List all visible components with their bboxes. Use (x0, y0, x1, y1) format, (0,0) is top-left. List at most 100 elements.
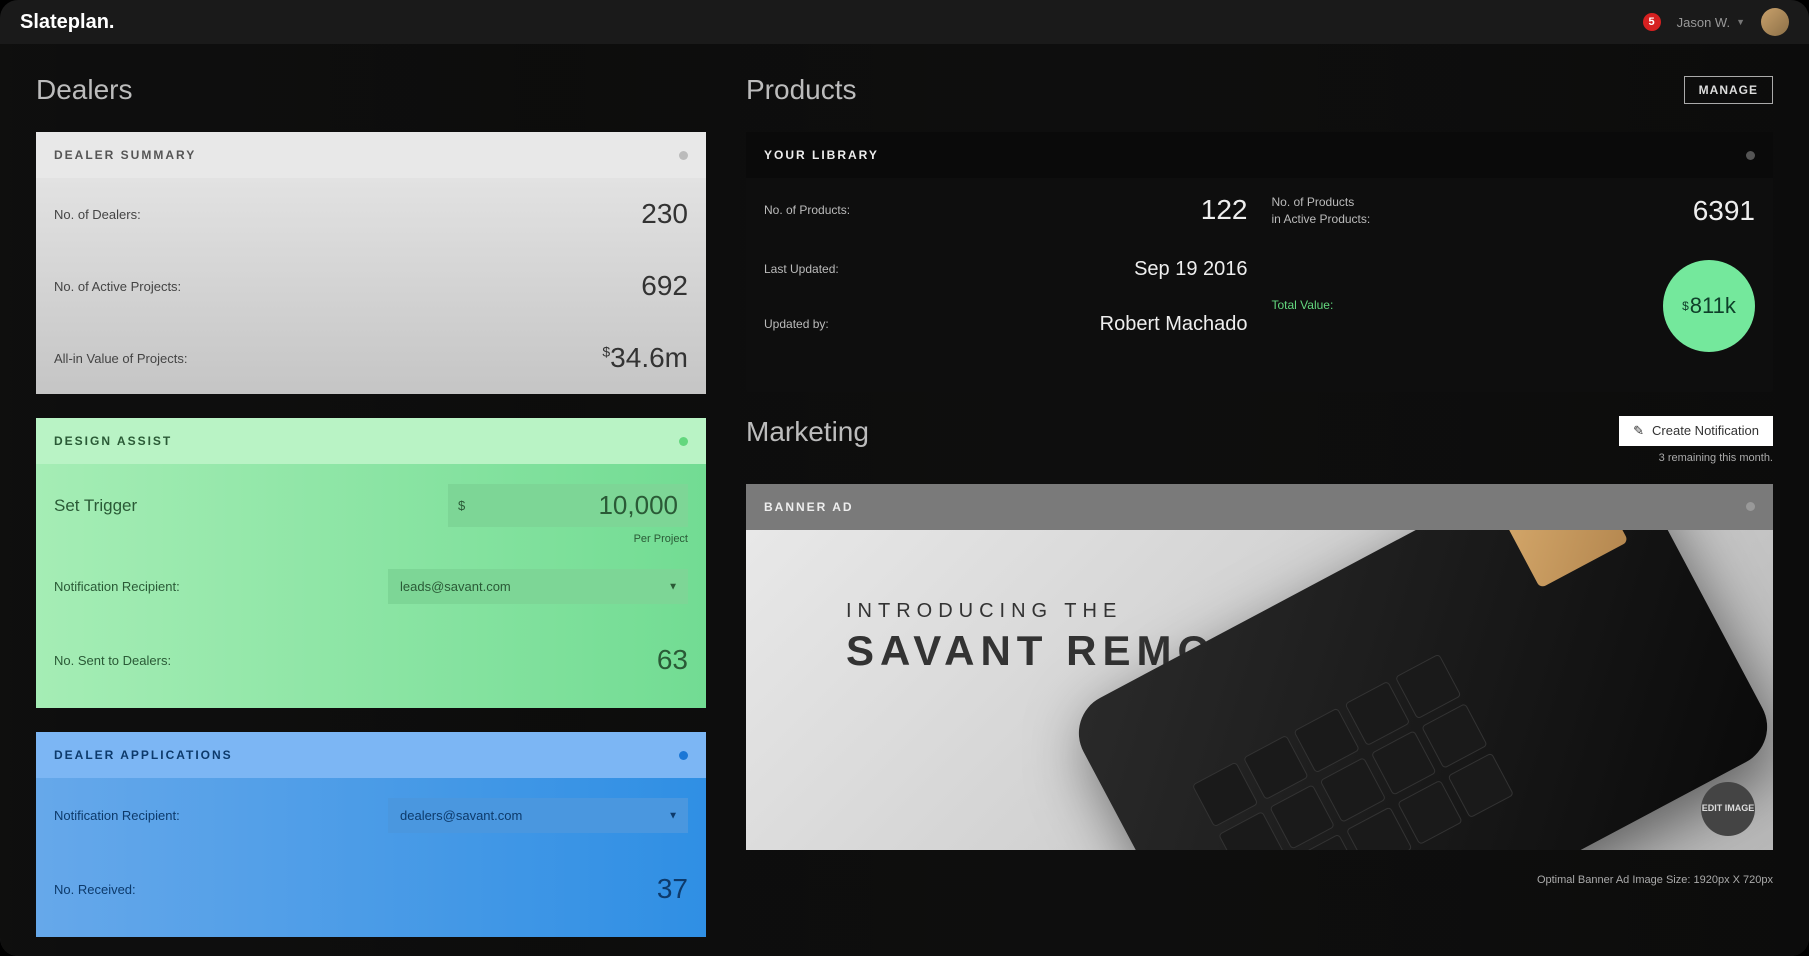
notification-badge[interactable]: 5 (1643, 13, 1661, 31)
dealer-applications-card: DEALER APPLICATIONS Notification Recipie… (36, 732, 706, 937)
dealer-applications-header: DEALER APPLICATIONS (36, 732, 706, 778)
library-body: No. of Products: 122 Last Updated: Sep 1… (746, 178, 1773, 392)
trigger-label: Set Trigger (54, 496, 137, 516)
lib-updatedby-value: Robert Machado (1100, 313, 1248, 336)
marketing-actions: ✎ Create Notification 3 remaining this m… (1619, 416, 1773, 464)
received-label: No. Received: (54, 882, 136, 897)
products-title: Products (746, 74, 857, 106)
dealers-title: Dealers (36, 74, 132, 106)
user-menu[interactable]: Jason W. ▼ (1677, 15, 1745, 30)
recipient-select[interactable]: leads@savant.com (388, 569, 688, 604)
currency-symbol: $ (602, 344, 610, 360)
products-column: Products MANAGE YOUR LIBRARY No. of Prod… (746, 74, 1773, 926)
design-assist-body: Set Trigger $ Per Project Notification R… (36, 464, 706, 708)
summary-value-number: 34.6m (610, 342, 688, 373)
summary-dealers-value: 230 (641, 198, 688, 230)
create-notification-label: Create Notification (1652, 423, 1759, 438)
status-dot-icon (1746, 151, 1755, 160)
user-name-label: Jason W. (1677, 15, 1730, 30)
dealers-header: Dealers (36, 74, 706, 106)
marketing-header: Marketing ✎ Create Notification 3 remain… (746, 416, 1773, 464)
summary-value-amount: $34.6m (602, 342, 688, 374)
sent-value: 63 (657, 644, 688, 676)
apps-recipient-select[interactable]: dealers@savant.com (388, 798, 688, 833)
received-row: No. Received: 37 (54, 853, 688, 925)
app-window: Slateplan. 5 Jason W. ▼ Dealers DEALER S… (0, 0, 1809, 956)
remote-key (1397, 779, 1463, 845)
dealer-summary-header: DEALER SUMMARY (36, 132, 706, 178)
design-assist-card: DESIGN ASSIST Set Trigger $ Per Project … (36, 418, 706, 708)
design-assist-header: DESIGN ASSIST (36, 418, 706, 464)
status-dot-icon (679, 437, 688, 446)
remote-buttons (1192, 653, 1514, 849)
dealer-applications-body: Notification Recipient: dealers@savant.c… (36, 778, 706, 937)
library-title: YOUR LIBRARY (764, 148, 879, 162)
logo[interactable]: Slateplan. (20, 11, 114, 34)
lib-updated-row: Last Updated: Sep 19 2016 (764, 242, 1248, 297)
dealer-applications-title: DEALER APPLICATIONS (54, 748, 233, 762)
banner-intro: INTRODUCING THE (846, 600, 1282, 623)
products-header: Products MANAGE (746, 74, 1773, 106)
chevron-down-icon: ▼ (1736, 17, 1745, 27)
design-assist-title: DESIGN ASSIST (54, 434, 172, 448)
dealer-summary-title: DEALER SUMMARY (54, 148, 196, 162)
create-notification-button[interactable]: ✎ Create Notification (1619, 416, 1773, 446)
summary-row-projects: No. of Active Projects: 692 (54, 250, 688, 322)
apps-recipient-row: Notification Recipient: dealers@savant.c… (54, 778, 688, 853)
dealer-summary-body: No. of Dealers: 230 No. of Active Projec… (36, 178, 706, 394)
topbar: Slateplan. 5 Jason W. ▼ (0, 0, 1809, 44)
manage-button[interactable]: MANAGE (1684, 76, 1773, 104)
total-value-circle: $811k (1663, 260, 1755, 352)
dealer-summary-card: DEALER SUMMARY No. of Dealers: 230 No. o… (36, 132, 706, 394)
lib-products-label: No. of Products: (764, 202, 850, 219)
library-col-left: No. of Products: 122 Last Updated: Sep 1… (764, 178, 1248, 368)
library-col-right: No. of Products in Active Products: 6391… (1272, 178, 1756, 368)
banner-ad-title: BANNER AD (764, 500, 854, 514)
trigger-currency: $ (458, 498, 465, 513)
recipient-label: Notification Recipient: (54, 579, 180, 594)
pencil-icon: ✎ (1633, 423, 1644, 439)
avatar[interactable] (1761, 8, 1789, 36)
summary-row-dealers: No. of Dealers: 230 (54, 178, 688, 250)
per-project-label: Per Project (54, 533, 688, 545)
total-value-currency: $ (1682, 299, 1689, 313)
banner-ad-card: BANNER AD INTRODUCING THE SAVANT REMOTE (746, 484, 1773, 850)
banner-ad-header: BANNER AD (746, 484, 1773, 530)
remote-key (1448, 752, 1514, 818)
library-header: YOUR LIBRARY (746, 132, 1773, 178)
lib-updatedby-label: Updated by: (764, 316, 829, 333)
banner-image: INTRODUCING THE SAVANT REMOTE EDIT IMAGE (746, 530, 1773, 850)
trigger-input-wrap: $ (448, 484, 688, 527)
status-dot-icon (679, 751, 688, 760)
trigger-input[interactable] (473, 490, 678, 521)
summary-row-value: All-in Value of Projects: $34.6m (54, 322, 688, 394)
summary-projects-value: 692 (641, 270, 688, 302)
topbar-right: 5 Jason W. ▼ (1643, 8, 1789, 36)
summary-dealers-label: No. of Dealers: (54, 207, 141, 222)
marketing-title: Marketing (746, 416, 869, 448)
dealers-column: Dealers DEALER SUMMARY No. of Dealers: 2… (36, 74, 706, 926)
apps-recipient-label: Notification Recipient: (54, 808, 180, 823)
apps-recipient-select-wrap: dealers@savant.com ▼ (388, 798, 688, 833)
lib-totalvalue-label: Total Value: (1272, 297, 1334, 314)
lib-active-row: No. of Products in Active Products: 6391 (1272, 178, 1756, 244)
lib-updated-value: Sep 19 2016 (1134, 258, 1247, 281)
status-dot-icon (679, 151, 688, 160)
lib-active-value: 6391 (1693, 195, 1755, 227)
summary-projects-label: No. of Active Projects: (54, 279, 181, 294)
lib-totalvalue-row: Total Value: $811k (1272, 244, 1756, 368)
banner-size-note: Optimal Banner Ad Image Size: 1920px X 7… (746, 874, 1773, 886)
lib-products-value: 122 (1201, 194, 1248, 226)
total-value-amount: 811k (1690, 293, 1736, 319)
library-card: YOUR LIBRARY No. of Products: 122 Last U… (746, 132, 1773, 392)
lib-updated-label: Last Updated: (764, 261, 839, 278)
summary-value-label: All-in Value of Projects: (54, 351, 187, 366)
sent-row: No. Sent to Dealers: 63 (54, 624, 688, 696)
lib-products-row: No. of Products: 122 (764, 178, 1248, 242)
sent-label: No. Sent to Dealers: (54, 653, 171, 668)
status-dot-icon (1746, 502, 1755, 511)
content: Dealers DEALER SUMMARY No. of Dealers: 2… (0, 44, 1809, 956)
received-value: 37 (657, 873, 688, 905)
edit-image-button[interactable]: EDIT IMAGE (1701, 782, 1755, 836)
lib-active-label: No. of Products in Active Products: (1272, 194, 1371, 228)
